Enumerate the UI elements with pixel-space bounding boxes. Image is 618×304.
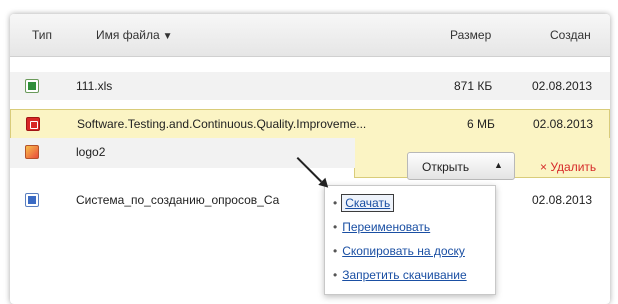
copy-to-board-link[interactable]: Скопировать на доску <box>342 244 465 258</box>
download-link[interactable]: Скачать <box>341 194 395 212</box>
table-row[interactable]: Система_по_созданию_опросов_Са 02.08.201… <box>10 186 610 214</box>
file-size: 871 КБ <box>454 79 493 93</box>
menu-item-forbid-download[interactable]: • Запретить скачивание <box>333 268 467 282</box>
table-row-selected[interactable]: Software.Testing.and.Continuous.Quality.… <box>10 109 610 139</box>
column-filename-label: Имя файла <box>96 28 160 42</box>
file-created: 02.08.2013 <box>532 79 593 93</box>
file-name[interactable]: Система_по_созданию_опросов_Са <box>76 193 279 207</box>
column-size[interactable]: Размер <box>450 28 491 42</box>
xls-icon <box>25 79 39 93</box>
file-size: 6 МБ <box>467 117 495 131</box>
table-row[interactable]: 111.xls 871 КБ 02.08.2013 <box>10 72 610 100</box>
column-type[interactable]: Тип <box>32 28 52 42</box>
bullet-icon: • <box>333 220 338 234</box>
caret-up-icon: ▲ <box>494 160 503 170</box>
sort-desc-icon: ▼ <box>162 31 173 42</box>
file-name[interactable]: Software.Testing.and.Continuous.Quality.… <box>77 117 366 131</box>
rename-link[interactable]: Переименовать <box>342 220 430 234</box>
file-created: 02.08.2013 <box>532 193 593 207</box>
bullet-icon: • <box>333 244 338 258</box>
menu-item-download[interactable]: • Скачать <box>333 194 395 212</box>
file-name[interactable]: logo2 <box>76 145 105 159</box>
pdf-icon <box>26 117 40 131</box>
table-header: Тип Имя файла ▼ Размер Создан <box>10 14 610 57</box>
bullet-icon: • <box>333 268 338 282</box>
menu-item-copy-to-board[interactable]: • Скопировать на доску <box>333 244 465 258</box>
file-name[interactable]: 111.xls <box>76 79 112 93</box>
open-button-label: Открыть <box>422 160 470 174</box>
bullet-icon: • <box>333 196 338 210</box>
open-button[interactable]: Открыть ▲ <box>407 152 515 180</box>
menu-item-rename[interactable]: • Переименовать <box>333 220 430 234</box>
column-created[interactable]: Создан <box>550 28 591 42</box>
file-created: 02.08.2013 <box>533 117 594 131</box>
file-list-panel: Тип Имя файла ▼ Размер Создан 111.xls 871… <box>10 14 610 304</box>
forbid-download-link[interactable]: Запретить скачивание <box>342 268 466 282</box>
open-dropdown-menu: • Скачать • Переименовать • Скопировать на … <box>324 185 496 295</box>
column-filename[interactable]: Имя файла ▼ <box>96 28 173 42</box>
delete-link[interactable]: × Удалить <box>540 160 596 174</box>
doc-icon <box>25 193 39 207</box>
image-icon <box>25 145 39 159</box>
